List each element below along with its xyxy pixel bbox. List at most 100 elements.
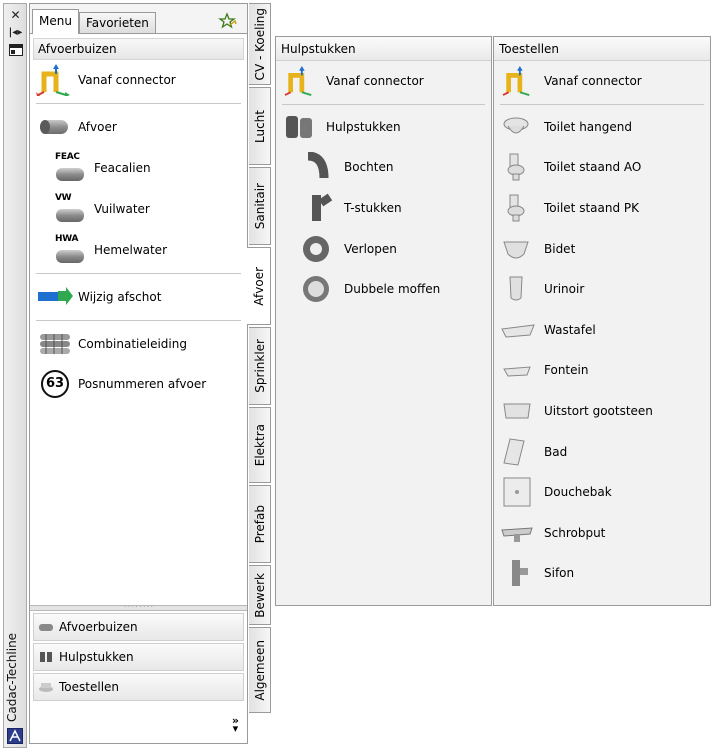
- favorites-star-icon[interactable]: [216, 12, 238, 30]
- vtab-lucht[interactable]: Lucht: [249, 87, 271, 165]
- properties-icon[interactable]: [7, 44, 24, 58]
- tab-menu[interactable]: Menu: [32, 9, 79, 34]
- menu-item-label: Vuilwater: [94, 201, 150, 216]
- item-label: T-stukken: [344, 201, 402, 216]
- hulp-item-vanaf-connector[interactable]: Vanaf connector: [276, 61, 491, 102]
- nav-button-afvoerbuizen[interactable]: Afvoerbuizen: [33, 613, 244, 641]
- separator: [36, 103, 241, 104]
- hulp-item-verlopen[interactable]: Verlopen: [276, 228, 491, 269]
- slope-arrow-icon: [36, 281, 74, 313]
- vtab-elektra[interactable]: Elektra: [249, 407, 271, 483]
- toilet-floor-icon: [500, 193, 538, 223]
- item-label: Toilet staand PK: [544, 201, 640, 216]
- toestel-item-uitstort-gootsteen[interactable]: Uitstort gootsteen: [494, 391, 710, 432]
- vtab-sprinkler[interactable]: Sprinkler: [249, 327, 271, 405]
- item-label: Verlopen: [344, 241, 397, 256]
- toestel-item-fontein[interactable]: Fontein: [494, 350, 710, 391]
- floor-drain-icon: [500, 518, 538, 548]
- menu-item-posnummeren-afvoer[interactable]: 63 Posnummeren afvoer: [30, 364, 247, 404]
- auto-hide-icon[interactable]: |◂▸: [7, 26, 24, 40]
- vtab-sanitair[interactable]: Sanitair: [249, 167, 271, 245]
- toestel-item-toilet-hangend[interactable]: Toilet hangend: [494, 107, 710, 148]
- app-logo-icon: [7, 728, 23, 744]
- toestel-item-bidet[interactable]: Bidet: [494, 228, 710, 269]
- separator: [36, 273, 241, 274]
- item-label: Toilet staand AO: [544, 160, 642, 175]
- fixture-icon: [38, 680, 54, 694]
- menu-item-label: Wijzig afschot: [78, 290, 162, 304]
- close-icon[interactable]: ✕: [7, 8, 24, 22]
- nav-button-label: Afvoerbuizen: [59, 620, 138, 634]
- hulp-item-dubbele-moffen[interactable]: Dubbele moffen: [276, 269, 491, 310]
- toestel-item-bad[interactable]: Bad: [494, 431, 710, 472]
- toestel-item-douchebak[interactable]: Douchebak: [494, 472, 710, 513]
- fitting-icon: [282, 112, 320, 142]
- item-label: Vanaf connector: [326, 74, 424, 89]
- more-options-button[interactable]: » ▾: [232, 715, 239, 734]
- siphon-icon: [500, 558, 538, 588]
- vtab-cv-koeling[interactable]: CV - Koeling: [249, 3, 271, 85]
- item-label: Fontein: [544, 363, 589, 378]
- pipe-vw-icon: VW: [52, 193, 90, 225]
- reducer-icon: [300, 234, 338, 264]
- combined-pipe-icon: [36, 328, 74, 360]
- tee-icon: [300, 193, 338, 223]
- tab-favorieten[interactable]: Favorieten: [78, 12, 156, 34]
- connector-icon: [282, 66, 320, 97]
- item-label: Douchebak: [544, 485, 612, 500]
- bathtub-icon: [500, 437, 538, 467]
- menu-item-afvoer[interactable]: Afvoer: [30, 107, 247, 147]
- item-label: Bidet: [544, 241, 576, 256]
- separator: [500, 103, 704, 105]
- toestel-item-schrobput[interactable]: Schrobput: [494, 513, 710, 554]
- nav-button-label: Hulpstukken: [59, 650, 134, 664]
- item-label: Dubbele moffen: [344, 282, 441, 297]
- item-label: Vanaf connector: [544, 74, 642, 89]
- bidet-icon: [500, 234, 538, 264]
- menu-item-vanaf-connector[interactable]: Vanaf connector: [30, 60, 247, 100]
- palette-titlebar: ✕ |◂▸ Cadac-Techline: [3, 3, 27, 748]
- pipe-icon: [36, 111, 74, 143]
- connector-icon: [36, 64, 74, 97]
- menu-item-vuilwater[interactable]: VW Vuilwater: [30, 188, 247, 229]
- bottom-nav: Afvoerbuizen Hulpstukken Toestellen » ▾: [30, 611, 247, 743]
- menu-item-combinatieleiding[interactable]: Combinatieleiding: [30, 324, 247, 364]
- category-tabs: CV - Koeling Lucht Sanitair Afvoer Sprin…: [247, 3, 273, 713]
- palette-title: Cadac-Techline: [5, 632, 19, 722]
- number-63-icon: 63: [36, 368, 74, 400]
- connector-icon: [500, 66, 538, 97]
- hulp-item-bochten[interactable]: Bochten: [276, 147, 491, 188]
- menu-item-feacalien[interactable]: FEAC Feacalien: [30, 147, 247, 188]
- vtab-prefab[interactable]: Prefab: [249, 485, 271, 563]
- vtab-bewerk[interactable]: Bewerk: [249, 565, 271, 625]
- hulp-item-t-stukken[interactable]: T-stukken: [276, 188, 491, 229]
- shower-tray-icon: [500, 477, 538, 507]
- toestellen-panel: Toestellen Vanaf connector Toilet hangen…: [493, 36, 711, 606]
- toestel-item-sifon[interactable]: Sifon: [494, 553, 710, 594]
- item-label: Bad: [544, 444, 568, 459]
- nav-button-label: Toestellen: [59, 680, 120, 694]
- item-label: Wastafel: [544, 322, 596, 337]
- panel-header: Hulpstukken: [276, 37, 491, 61]
- menu-item-wijzig-afschot[interactable]: Wijzig afschot: [30, 277, 247, 317]
- toestel-item-toilet-staand-pk[interactable]: Toilet staand PK: [494, 188, 710, 229]
- nav-button-hulpstukken[interactable]: Hulpstukken: [33, 643, 244, 671]
- fitting-icon: [38, 650, 54, 664]
- fountain-sink-icon: [500, 355, 538, 385]
- toestel-item-wastafel[interactable]: Wastafel: [494, 310, 710, 351]
- item-label: Toilet hangend: [544, 119, 632, 134]
- menu-item-hemelwater[interactable]: HWA Hemelwater: [30, 229, 247, 270]
- vtab-algemeen[interactable]: Algemeen: [249, 627, 271, 713]
- hulp-item-hulpstukken[interactable]: Hulpstukken: [276, 107, 491, 148]
- utility-sink-icon: [500, 396, 538, 426]
- elbow-icon: [300, 151, 338, 182]
- menu-item-label: Afvoer: [78, 120, 117, 134]
- panel-header: Toestellen: [494, 37, 710, 61]
- toestel-item-toilet-staand-ao[interactable]: Toilet staand AO: [494, 147, 710, 188]
- toilet-floor-icon: [500, 152, 538, 182]
- pipe-hwa-icon: HWA: [52, 234, 90, 266]
- toestel-item-vanaf-connector[interactable]: Vanaf connector: [494, 61, 710, 102]
- vtab-afvoer[interactable]: Afvoer: [247, 247, 271, 325]
- nav-button-toestellen[interactable]: Toestellen: [33, 673, 244, 701]
- toestel-item-urinoir[interactable]: Urinoir: [494, 269, 710, 310]
